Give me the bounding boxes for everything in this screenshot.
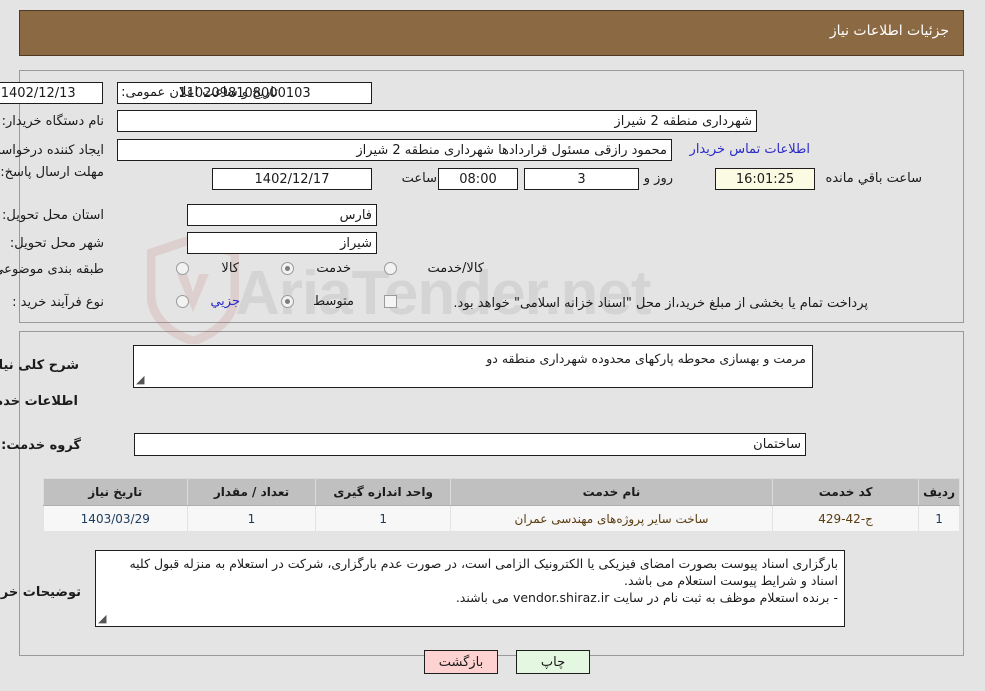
top-info-panel xyxy=(20,70,965,323)
days-left-label: روز و xyxy=(644,171,674,186)
page-root: AriaTender.net جزئیات اطلاعات نیاز شماره… xyxy=(0,0,985,691)
services-heading: اطلاعات خدمات مورد نیاز xyxy=(0,394,79,409)
deadline-time-label: ساعت xyxy=(402,171,438,186)
requester-field[interactable]: محمود رازقی مسئول قراردادها شهرداری منطق… xyxy=(118,139,673,161)
print-button[interactable]: چاپ xyxy=(517,650,591,674)
td-row: 1 xyxy=(919,505,961,532)
td-quantity: 1 xyxy=(187,505,318,532)
requester-label: ایجاد کننده درخواست: xyxy=(0,143,105,158)
table-row: 1 ج-42-429 ساخت سایر پروژه‌های مهندسی عم… xyxy=(44,505,961,532)
province-label: استان محل تحویل: xyxy=(3,208,105,223)
buyer-org-field[interactable]: شهرداری منطقه 2 شیراز xyxy=(118,110,758,132)
page-title: جزئیات اطلاعات نیاز xyxy=(830,23,950,39)
radio-category-service[interactable] xyxy=(282,262,295,275)
resize-handle-icon[interactable]: ◣ xyxy=(99,612,111,625)
th-service-code: کد خدمت xyxy=(773,478,921,506)
buyer-notes-textarea[interactable]: بارگزاری اسناد پیوست بصورت امضای فیزیکی … xyxy=(96,550,846,627)
service-group-field[interactable]: ساختمان xyxy=(135,433,807,456)
need-summary-textarea[interactable]: مرمت و بهسازی محوطه پارکهای محدوده شهردا… xyxy=(134,345,814,388)
td-need-date: 1403/03/29 xyxy=(44,505,189,532)
city-field[interactable]: شیراز xyxy=(188,232,378,254)
city-label: شهر محل تحویل: xyxy=(10,236,105,251)
province-field[interactable]: فارس xyxy=(188,204,378,226)
deadline-date-field[interactable]: 1402/12/17 xyxy=(213,168,373,190)
announce-datetime-field[interactable]: 1402/12/13 - 13:10 xyxy=(0,82,104,104)
buyer-notes-label: توضیحات خریدار: xyxy=(0,585,82,600)
deadline-label-text: مهلت ارسال پاسخ: تا تاریخ: xyxy=(0,165,105,180)
page-header-bar: جزئیات اطلاعات نیاز xyxy=(20,10,965,56)
th-quantity: تعداد / مقدار xyxy=(187,478,318,506)
buyer-notes-value: بارگزاری اسناد پیوست بصورت امضای فیزیکی … xyxy=(130,556,839,605)
radio-category-goods-label: کالا xyxy=(222,261,240,276)
deadline-time-field[interactable]: 08:00 xyxy=(439,168,519,190)
radio-purchase-minor-label: جزیي xyxy=(211,294,241,309)
radio-category-goods-service[interactable] xyxy=(385,262,398,275)
th-service-name: نام خدمت xyxy=(450,478,775,506)
td-service-code: ج-42-429 xyxy=(773,505,921,532)
radio-purchase-medium[interactable] xyxy=(282,295,295,308)
need-summary-value: مرمت و بهسازی محوطه پارکهای محدوده شهردا… xyxy=(487,351,807,366)
th-need-date: تاریخ نیاز xyxy=(44,478,189,506)
radio-category-goods-service-label: کالا/خدمت xyxy=(428,261,485,276)
need-summary-label: شرح کلی نیاز: xyxy=(0,358,80,373)
back-button[interactable]: بازگشت xyxy=(425,650,499,674)
radio-purchase-medium-label: متوسط xyxy=(314,294,355,309)
time-left-field[interactable]: 16:01:25 xyxy=(716,168,816,190)
time-left-label: ساعت باقي مانده xyxy=(826,171,923,186)
services-table: ردیف کد خدمت نام خدمت واحد اندازه گیری ت… xyxy=(44,478,961,532)
days-left-field[interactable]: 3 xyxy=(525,168,640,190)
table-header-row: ردیف کد خدمت نام خدمت واحد اندازه گیری ت… xyxy=(44,478,961,506)
td-unit: 1 xyxy=(316,505,452,532)
deadline-label: مهلت ارسال پاسخ: تا تاریخ: xyxy=(0,164,105,181)
buyer-contact-link[interactable]: اطلاعات تماس خریدار xyxy=(691,142,811,157)
th-unit: واحد اندازه گیری xyxy=(316,478,452,506)
radio-category-goods[interactable] xyxy=(177,262,190,275)
resize-handle-icon[interactable]: ◣ xyxy=(137,373,149,386)
category-label: طبقه بندی موضوعی: xyxy=(0,262,105,277)
purchase-type-label: نوع فرآیند خرید : xyxy=(13,295,105,310)
radio-category-service-label: خدمت xyxy=(317,261,352,276)
radio-purchase-minor[interactable] xyxy=(177,295,190,308)
td-service-name: ساخت سایر پروژه‌های مهندسی عمران xyxy=(450,505,775,532)
treasury-note-checkbox[interactable] xyxy=(385,295,398,308)
th-row: ردیف xyxy=(919,478,961,506)
service-group-label: گروه خدمت: xyxy=(2,438,82,453)
announce-datetime-label: تاریخ و ساعت اعلان عمومی: xyxy=(122,85,279,100)
buyer-org-label: نام دستگاه خریدار: xyxy=(2,114,105,129)
treasury-note-text: پرداخت تمام یا بخشی از مبلغ خرید،از محل … xyxy=(454,296,869,311)
